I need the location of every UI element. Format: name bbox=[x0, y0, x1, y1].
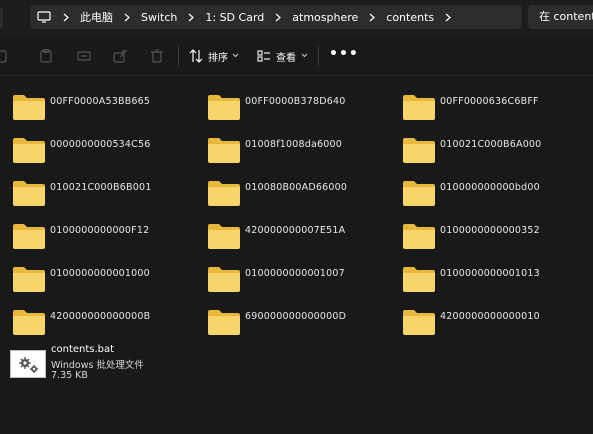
delete-icon[interactable] bbox=[149, 48, 165, 64]
chevron-right-icon[interactable] bbox=[434, 13, 462, 22]
folder-icon bbox=[13, 138, 45, 163]
view-icon[interactable] bbox=[256, 48, 272, 64]
breadcrumb-switch[interactable]: Switch bbox=[141, 11, 177, 24]
folder-icon bbox=[13, 267, 45, 292]
chevron-right-icon[interactable] bbox=[264, 13, 292, 22]
breadcrumb-contents[interactable]: contents bbox=[386, 11, 434, 24]
folder-name: 01008f1008da6000 bbox=[245, 139, 342, 150]
file-name: contents.bat bbox=[51, 344, 115, 355]
paste-icon[interactable] bbox=[38, 48, 54, 64]
folder-icon bbox=[208, 181, 240, 206]
this-pc-icon[interactable] bbox=[36, 10, 52, 24]
folder-item[interactable]: 00FF0000B378D640 bbox=[207, 84, 387, 122]
folder-name: 4200000000000010 bbox=[440, 311, 540, 322]
folder-name: 010021C000B6B001 bbox=[50, 182, 152, 193]
search-input[interactable]: 在 contents bbox=[528, 5, 593, 29]
folder-name: 0100000000000F12 bbox=[50, 225, 150, 236]
folder-icon bbox=[13, 224, 45, 249]
chevron-right-icon[interactable] bbox=[52, 13, 80, 22]
file-grid: contents.bat Windows 批处理文件 7.35 KB 00FF0… bbox=[0, 76, 593, 434]
folder-icon bbox=[208, 267, 240, 292]
divider bbox=[318, 46, 319, 66]
folder-item[interactable]: 010080B00AD66000 bbox=[207, 170, 387, 208]
folder-icon bbox=[403, 181, 435, 206]
folder-icon bbox=[403, 267, 435, 292]
folder-item[interactable]: 010000000000bd00 bbox=[402, 170, 582, 208]
folder-icon bbox=[13, 95, 45, 120]
folder-name: 420000000000000B bbox=[50, 311, 151, 322]
folder-item[interactable]: 420000000007E51A bbox=[207, 213, 387, 251]
chevron-down-icon[interactable] bbox=[301, 53, 308, 58]
chevron-right-icon[interactable] bbox=[113, 13, 141, 22]
folder-name: 690000000000000D bbox=[245, 311, 347, 322]
folder-icon bbox=[208, 224, 240, 249]
chevron-right-icon[interactable] bbox=[177, 13, 205, 22]
folder-name: 00FF0000A53BB665 bbox=[50, 96, 151, 107]
folder-item[interactable]: 01008f1008da6000 bbox=[207, 127, 387, 165]
folder-icon bbox=[208, 138, 240, 163]
share-icon[interactable] bbox=[112, 48, 128, 64]
folder-icon bbox=[403, 310, 435, 335]
file-size: 7.35 KB bbox=[51, 370, 88, 381]
folder-item[interactable]: 0000000000534C56 bbox=[12, 127, 192, 165]
address-bar: 此电脑 Switch 1: SD Card atmosphere content… bbox=[0, 0, 593, 36]
folder-name: 0100000000001007 bbox=[245, 268, 345, 279]
folder-item[interactable]: 0100000000001013 bbox=[402, 256, 582, 294]
view-button[interactable]: 查看 bbox=[276, 49, 296, 64]
sort-icon[interactable] bbox=[188, 48, 204, 64]
copy-icon[interactable] bbox=[0, 48, 16, 64]
folder-icon bbox=[403, 138, 435, 163]
chevron-down-icon[interactable] bbox=[232, 53, 239, 58]
folder-name: 010080B00AD66000 bbox=[245, 182, 348, 193]
folder-name: 0100000000000352 bbox=[440, 225, 540, 236]
folder-name: 420000000007E51A bbox=[245, 225, 346, 236]
command-bar: 排序 查看 ••• bbox=[0, 36, 593, 76]
breadcrumb[interactable]: 此电脑 Switch 1: SD Card atmosphere content… bbox=[30, 5, 522, 29]
folder-name: 010021C000B6A000 bbox=[440, 139, 542, 150]
folder-item[interactable]: 420000000000000B bbox=[12, 299, 192, 337]
folder-name: 0100000000001000 bbox=[50, 268, 150, 279]
divider bbox=[178, 46, 179, 66]
file-item-contents-bat[interactable]: contents.bat Windows 批处理文件 7.35 KB bbox=[10, 344, 270, 388]
folder-icon bbox=[403, 224, 435, 249]
sort-button[interactable]: 排序 bbox=[208, 49, 228, 64]
folder-item[interactable]: 4200000000000010 bbox=[402, 299, 582, 337]
folder-item[interactable]: 00FF0000636C6BFF bbox=[402, 84, 582, 122]
breadcrumb-sd-card[interactable]: 1: SD Card bbox=[205, 11, 264, 24]
folder-name: 00FF0000B378D640 bbox=[245, 96, 346, 107]
folder-item[interactable]: 690000000000000D bbox=[207, 299, 387, 337]
folder-item[interactable]: 00FF0000A53BB665 bbox=[12, 84, 192, 122]
folder-item[interactable]: 010021C000B6A000 bbox=[402, 127, 582, 165]
more-options-button[interactable]: ••• bbox=[329, 46, 359, 62]
folder-icon bbox=[403, 95, 435, 120]
folder-icon bbox=[13, 181, 45, 206]
breadcrumb-atmosphere[interactable]: atmosphere bbox=[292, 11, 358, 24]
folder-icon bbox=[13, 310, 45, 335]
folder-item[interactable]: 010021C000B6B001 bbox=[12, 170, 192, 208]
folder-item[interactable]: 0100000000001007 bbox=[207, 256, 387, 294]
nav-back-edge-icon[interactable] bbox=[0, 8, 8, 28]
folder-icon bbox=[208, 310, 240, 335]
chevron-right-icon[interactable] bbox=[358, 13, 386, 22]
folder-name: 0100000000001013 bbox=[440, 268, 540, 279]
folder-item[interactable]: 0100000000000F12 bbox=[12, 213, 192, 251]
folder-item[interactable]: 0100000000000352 bbox=[402, 213, 582, 251]
batch-file-icon bbox=[10, 350, 46, 378]
file-type: Windows 批处理文件 bbox=[51, 360, 144, 371]
folder-name: 010000000000bd00 bbox=[440, 182, 540, 193]
breadcrumb-this-pc[interactable]: 此电脑 bbox=[80, 9, 113, 25]
folder-icon bbox=[208, 95, 240, 120]
rename-icon[interactable] bbox=[76, 48, 92, 64]
folder-item[interactable]: 0100000000001000 bbox=[12, 256, 192, 294]
folder-name: 00FF0000636C6BFF bbox=[440, 96, 539, 107]
folder-name: 0000000000534C56 bbox=[50, 139, 151, 150]
